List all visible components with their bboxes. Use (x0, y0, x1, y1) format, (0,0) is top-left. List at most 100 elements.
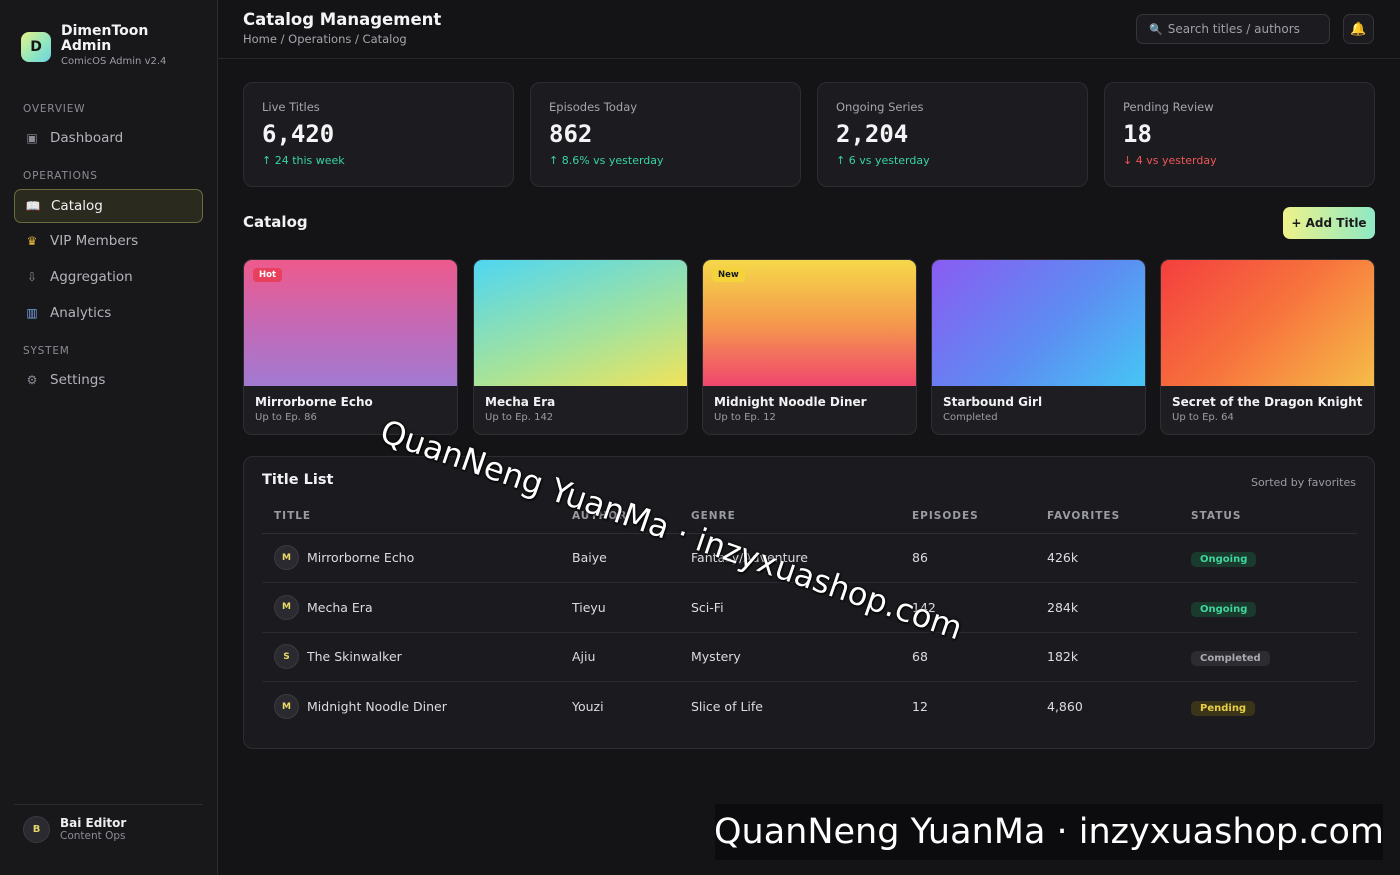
row-episodes: 12 (912, 699, 928, 714)
bell-icon: 🔔 (1350, 21, 1367, 37)
column-header-status[interactable]: STATUS (1191, 499, 1357, 534)
row-title: Mirrorborne Echo (307, 550, 415, 566)
nav-group-system: SYSTEM (23, 345, 70, 357)
cover-card[interactable]: Mecha Era Up to Ep. 142 (473, 259, 688, 435)
table-title: Title List (262, 472, 334, 488)
column-header-episodes[interactable]: EPISODES (912, 499, 1047, 534)
table-row[interactable]: M Midnight Noodle Diner Youzi Slice of Li… (262, 682, 1357, 732)
nav-group-overview: OVERVIEW (23, 103, 86, 115)
row-genre: Fantasy/Adventure (691, 533, 912, 583)
title-avatar: M (274, 594, 299, 620)
status-badge: Ongoing (1191, 601, 1257, 617)
hot-badge: Hot (253, 268, 283, 282)
row-title: Mecha Era (307, 599, 373, 615)
row-episodes: 68 (912, 632, 1047, 682)
status-badge: Completed (1191, 651, 1270, 667)
table-row[interactable]: M Mirrorborne Echo Baiye Fantasy/Adventur… (262, 533, 1357, 583)
row-genre: Mystery (691, 632, 912, 682)
cover-art (932, 260, 1145, 386)
cover-card[interactable]: Starbound Girl Completed (931, 259, 1146, 435)
sidebar-item-vip-members[interactable]: ♛ VIP Members (14, 224, 203, 258)
row-title: Midnight Noodle Diner (307, 699, 447, 714)
sidebar-item-settings[interactable]: ⚙ Settings (14, 363, 203, 397)
row-favorites: 426k (1047, 533, 1191, 583)
stat-label: Ongoing Series (836, 100, 924, 114)
sidebar-item-label: VIP Members (50, 233, 139, 249)
cover-card[interactable]: Secret of the Dragon Knight Up to Ep. 64 (1160, 259, 1375, 435)
crown-icon: ♛ (26, 234, 38, 248)
sidebar-item-aggregation[interactable]: ⇩ Aggregation (14, 260, 203, 294)
sidebar: D DimenToon Admin ComicOS Admin v2.4 OVE… (0, 0, 218, 875)
sidebar-item-analytics[interactable]: ▥ Analytics (14, 296, 203, 330)
cover-title: Mirrorborne Echo (255, 395, 373, 409)
stat-value: 862 (549, 120, 593, 148)
row-genre: Slice of Life (691, 699, 763, 714)
search-box[interactable]: 🔍 (1136, 14, 1330, 44)
cover-art (474, 260, 687, 386)
top-header: Catalog Management Home / Operations / C… (218, 0, 1400, 59)
search-input[interactable] (1167, 22, 1318, 36)
brand[interactable]: D DimenToon Admin ComicOS Admin v2.4 (21, 24, 171, 67)
sidebar-item-catalog[interactable]: 📖 Catalog (14, 189, 203, 223)
nav-group-operations: OPERATIONS (23, 170, 98, 182)
stat-value: 18 (1123, 120, 1152, 148)
stat-label: Live Titles (262, 100, 320, 114)
gear-icon: ⚙ (26, 373, 38, 387)
status-badge: Ongoing (1191, 552, 1257, 568)
row-episodes: 142 (912, 582, 1047, 633)
add-title-button[interactable]: + Add Title (1283, 207, 1375, 239)
user-name: Bai Editor (60, 816, 127, 830)
user-profile[interactable]: B Bai Editor Content Ops (23, 816, 126, 843)
sort-note[interactable]: Sorted by favorites (1251, 476, 1356, 489)
title-avatar: M (274, 694, 299, 719)
sidebar-item-label: Dashboard (50, 130, 124, 146)
book-icon: 📖 (25, 199, 41, 213)
avatar: B (23, 816, 50, 843)
column-header-author[interactable]: AUTHOR (572, 499, 691, 534)
title-avatar: M (274, 545, 299, 571)
title-list-card: Title List Sorted by favorites TITLE AUT… (243, 456, 1375, 749)
cover-card[interactable]: Hot Mirrorborne Echo Up to Ep. 86 (243, 259, 458, 435)
stat-delta: ↑ 6 vs yesterday (836, 154, 930, 167)
bar-chart-icon: ▥ (26, 306, 38, 320)
search-icon: 🔍 (1149, 22, 1163, 36)
column-header-title[interactable]: TITLE (262, 499, 572, 534)
row-author: Baiye (572, 533, 691, 583)
notification-button[interactable]: 🔔 (1343, 14, 1374, 44)
cover-subtitle: Completed (943, 412, 998, 423)
stat-card-episodes-today: Episodes Today 862 ↑ 8.6% vs yesterday (530, 82, 801, 187)
page-title: Catalog Management (243, 10, 442, 29)
status-badge: Pending (1191, 701, 1256, 716)
cover-art: New (703, 260, 916, 386)
stat-value: 2,204 (836, 120, 909, 148)
stat-label: Episodes Today (549, 100, 638, 114)
new-badge: New (712, 268, 745, 282)
cover-card[interactable]: New Midnight Noodle Diner Up to Ep. 12 (702, 259, 917, 435)
table-row[interactable]: S The Skinwalker Ajiu Mystery 68 182k Com… (262, 632, 1357, 682)
stat-card-pending-review: Pending Review 18 ↓ 4 vs yesterday (1104, 82, 1375, 187)
stat-value: 6,420 (262, 120, 335, 148)
cover-art: Hot (244, 260, 457, 386)
stat-delta: ↑ 24 this week (262, 154, 345, 167)
sidebar-item-label: Settings (50, 372, 106, 388)
stat-delta: ↑ 8.6% vs yesterday (549, 154, 664, 167)
cover-title: Starbound Girl (943, 395, 1043, 409)
column-header-favorites[interactable]: FAVORITES (1047, 499, 1191, 534)
row-episodes: 86 (912, 533, 1047, 583)
row-genre: Sci-Fi (691, 582, 912, 633)
catalog-section-title: Catalog (243, 213, 308, 231)
sidebar-item-dashboard[interactable]: ▣ Dashboard (14, 121, 203, 155)
cover-art (1161, 260, 1374, 386)
row-favorites: 284k (1047, 582, 1191, 633)
row-favorites: 4,860 (1047, 699, 1083, 714)
row-author: Youzi (572, 699, 604, 714)
column-header-genre[interactable]: GENRE (691, 499, 912, 534)
row-favorites: 182k (1047, 632, 1191, 682)
stat-delta: ↓ 4 vs yesterday (1123, 154, 1217, 167)
row-title: The Skinwalker (307, 649, 402, 665)
cover-subtitle: Up to Ep. 12 (714, 412, 776, 423)
breadcrumb[interactable]: Home / Operations / Catalog (243, 32, 407, 46)
sidebar-divider (14, 804, 203, 805)
dashboard-icon: ▣ (26, 131, 38, 145)
table-row[interactable]: M Mecha Era Tieyu Sci-Fi 142 284k Ongoing (262, 582, 1357, 633)
